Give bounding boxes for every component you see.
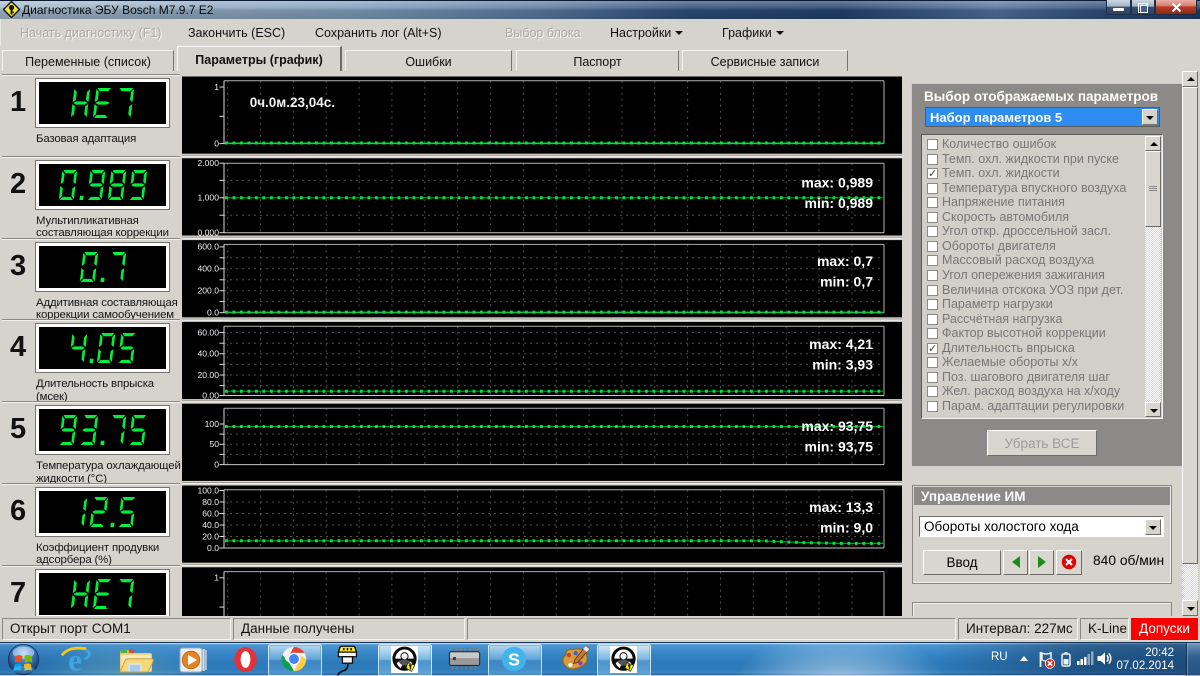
- svg-text:max: 4,21: max: 4,21: [809, 336, 873, 352]
- svg-text:0: 0: [214, 138, 219, 148]
- svg-text:40.00: 40.00: [197, 349, 219, 359]
- svg-text:60.00: 60.00: [197, 327, 219, 337]
- svg-text:100: 100: [205, 419, 220, 429]
- svg-text:400.0: 400.0: [197, 264, 219, 274]
- svg-text:max: 0,989: max: 0,989: [801, 175, 873, 191]
- svg-text:0.0: 0.0: [207, 308, 219, 318]
- svg-text:1: 1: [214, 82, 219, 92]
- svg-text:min: 3,93: min: 3,93: [812, 357, 873, 373]
- svg-text:60.0: 60.0: [202, 508, 219, 518]
- svg-text:2.000: 2.000: [197, 158, 219, 168]
- svg-text:100.0: 100.0: [197, 485, 219, 495]
- svg-text:20.0: 20.0: [202, 531, 219, 541]
- svg-text:0.0: 0.0: [207, 543, 219, 553]
- svg-text:min: 93,75: min: 93,75: [805, 439, 874, 455]
- svg-text:600.0: 600.0: [197, 242, 219, 252]
- svg-text:0.00: 0.00: [202, 391, 219, 401]
- svg-text:50: 50: [209, 439, 219, 449]
- svg-text:S: S: [508, 650, 520, 670]
- svg-text:0ч.0м.23,04с.: 0ч.0м.23,04с.: [250, 95, 335, 110]
- svg-text:1.000: 1.000: [197, 193, 219, 203]
- svg-text:40.0: 40.0: [202, 520, 219, 530]
- svg-text:min: 9,0: min: 9,0: [820, 520, 873, 536]
- svg-text:0.000: 0.000: [197, 228, 219, 238]
- svg-text:max: 0,7: max: 0,7: [817, 253, 873, 269]
- svg-text:200.0: 200.0: [197, 286, 219, 296]
- svg-text:max: 13,3: max: 13,3: [809, 499, 873, 515]
- svg-text:1: 1: [214, 573, 219, 583]
- svg-text:min: 0,989: min: 0,989: [805, 195, 874, 211]
- svg-text:min: 0,7: min: 0,7: [820, 274, 873, 290]
- svg-text:0: 0: [214, 459, 219, 469]
- svg-text:max: 93,75: max: 93,75: [801, 418, 873, 434]
- svg-text:80.0: 80.0: [202, 497, 219, 507]
- svg-text:20.00: 20.00: [197, 370, 219, 380]
